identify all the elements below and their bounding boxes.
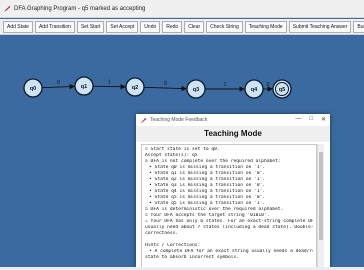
feedback-text: state to absorb incorrect symbols. xyxy=(145,255,240,260)
toolbar-button-set-accept[interactable]: Set Accept xyxy=(106,20,139,33)
toolbar-button-undo[interactable]: Undo xyxy=(140,20,161,33)
state-label: q2 xyxy=(132,85,138,91)
feedback-text: State q3 is missing a transition on '0'. xyxy=(154,183,266,188)
window-titlebar: DFA Graphing Program - q5 marked as acce… xyxy=(0,0,364,18)
state-label: q3 xyxy=(193,87,199,93)
transition-label: 0 xyxy=(164,81,167,87)
toolbar-button-check-string[interactable]: Check String xyxy=(206,20,243,33)
feedback-text: Hints / Corrections: xyxy=(145,243,201,248)
transition-edge-q0-q1[interactable] xyxy=(41,83,75,90)
state-label: q0 xyxy=(30,86,36,92)
feedback-text: Accept state(s): q5 xyxy=(145,153,198,158)
state-label: q5 xyxy=(279,87,285,93)
feedback-text: State q2 is missing a transition on '1'. xyxy=(154,177,266,182)
toolbar-button-build-from-string[interactable]: Build From String xyxy=(353,20,364,33)
toolbar-button-redo[interactable]: Redo xyxy=(162,20,183,33)
feedback-text: State q5 is missing a transition on '0'. xyxy=(154,195,266,200)
transition-label: 0 xyxy=(57,80,60,86)
state-label: q4 xyxy=(251,87,258,93)
dialog-title: Teaching Mode Feedback xyxy=(150,117,208,123)
feedback-text: usually need about 7 states (including a… xyxy=(145,225,313,230)
toolbar-button-clear[interactable]: Clear xyxy=(184,20,205,33)
feedback-text: State q5 is missing a transition on '1'. xyxy=(154,201,266,206)
transition-label: 1 xyxy=(224,82,227,88)
toolbar-button-teaching-mode[interactable]: Teaching Mode xyxy=(244,20,287,33)
close-button[interactable]: ✕ xyxy=(321,116,326,123)
feedback-text: State q0 is missing a transition on '1'. xyxy=(154,165,266,170)
feather-icon xyxy=(140,117,147,123)
feedback-text: A complete DFA for an exact string usual… xyxy=(154,249,313,254)
feedback-text: DFA is deterministic over the required a… xyxy=(150,207,284,212)
toolbar-button-set-start[interactable]: Set Start xyxy=(76,20,105,33)
feedback-text: Start state is set to q0. xyxy=(150,147,220,152)
dialog-titlebar: Teaching Mode Feedback — □ ✕ xyxy=(136,114,330,126)
feather-icon xyxy=(4,6,11,12)
feedback-text: State q4 is missing a transition on '1'. xyxy=(154,189,266,194)
feedback-text: State q1 is missing a transition on '0'. xyxy=(154,171,266,176)
scrollbar[interactable] xyxy=(317,144,324,270)
dialog-heading: Teaching Mode xyxy=(136,126,330,142)
toolbar-button-add-transition[interactable]: Add Transition xyxy=(34,20,75,33)
transition-label: 0 xyxy=(267,82,270,88)
transition-edge-q2-q3[interactable] xyxy=(143,85,187,92)
state-label: q1 xyxy=(81,84,87,90)
toolbar: Add State Add Transition Set Start Set Acce… xyxy=(0,19,364,35)
minimize-button[interactable]: — xyxy=(295,116,301,123)
teaching-feedback-dialog: Teaching Mode Feedback — □ ✕ Teaching Mo… xyxy=(136,114,330,270)
feedback-text: correctness. xyxy=(145,231,179,236)
transition-edge-q1-q2[interactable] xyxy=(92,84,126,90)
scrollbar-thumb[interactable] xyxy=(319,152,323,240)
feedback-text: Your DFA has only 6 states. For an exact… xyxy=(150,219,313,224)
maximize-button[interactable]: □ xyxy=(309,116,313,123)
window-title: DFA Graphing Program - q5 marked as acce… xyxy=(14,5,146,12)
toolbar-button-add-state[interactable]: Add State xyxy=(3,20,33,33)
feedback-text-area[interactable]: ☑ Start state is set to q0. Accept state(… xyxy=(141,144,317,270)
feedback-text: Your DFA accepts the target string '0101… xyxy=(150,213,270,218)
transition-label: 1 xyxy=(108,80,111,86)
toolbar-button-submit-teaching-answer[interactable]: Submit Teaching Answer xyxy=(288,20,352,33)
feedback-text: DFA is not complete over the required al… xyxy=(150,159,281,164)
